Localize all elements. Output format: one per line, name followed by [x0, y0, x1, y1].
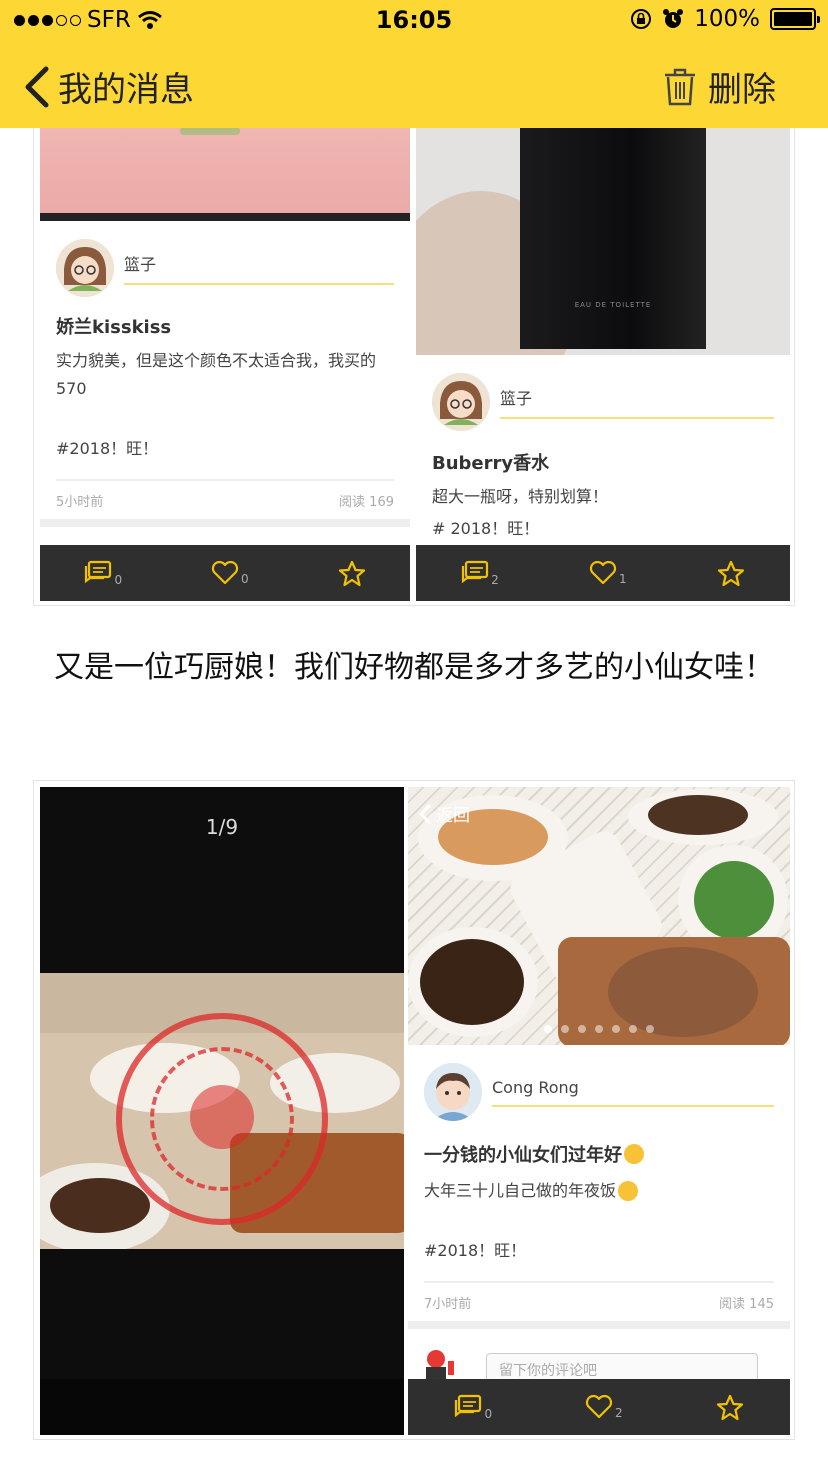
post-tag: # 2018！旺！ — [432, 519, 540, 538]
comment-button[interactable]: 0 — [84, 560, 122, 586]
author-row[interactable]: 篮子 — [56, 239, 394, 297]
like-button[interactable]: 0 — [211, 561, 249, 585]
post-meta: 5小时前 阅读 169 — [56, 479, 394, 510]
like-count: 1 — [618, 572, 627, 586]
star-icon — [717, 560, 744, 586]
delete-label: 删除 — [708, 70, 776, 110]
wink-emoji-icon — [618, 1181, 639, 1201]
read-count: 阅读 145 — [719, 1297, 774, 1312]
divider — [408, 1321, 790, 1329]
back-button[interactable]: 我的消息 — [22, 62, 194, 111]
post-title: 一分钱的小仙女们过年好 — [424, 1145, 622, 1166]
star-icon — [716, 1394, 743, 1420]
post-title: 娇兰kisskiss — [56, 317, 172, 338]
star-icon — [338, 560, 365, 586]
divider — [40, 519, 410, 527]
status-bar: SFR 16:05 100% — [0, 0, 828, 40]
like-button[interactable]: 1 — [589, 561, 627, 585]
alarm-icon — [663, 9, 684, 28]
back-overlay[interactable]: 返回 — [418, 801, 470, 826]
comment-icon — [455, 1394, 482, 1418]
delete-button[interactable]: 删除 — [662, 62, 776, 111]
trash-icon — [665, 68, 695, 105]
photo-counter: 1/9 — [205, 815, 239, 839]
post-body-row: 大年三十儿自己做的年夜饭 — [424, 1177, 774, 1205]
user-avatar-small — [420, 1347, 458, 1381]
photo-viewer-screenshot[interactable]: 1/9 — [40, 787, 404, 1435]
post-body: 实力貌美，但是这个颜色不太适合我，我买的570 — [56, 351, 377, 398]
author-row[interactable]: Cong Rong — [424, 1063, 774, 1121]
post-meta: 7小时前 阅读 145 — [424, 1281, 774, 1312]
post-title-row: 一分钱的小仙女们过年好 — [424, 1141, 644, 1167]
author-row[interactable]: 篮子 — [432, 373, 774, 431]
avatar[interactable] — [56, 239, 114, 297]
page-title: 我的消息 — [58, 70, 194, 110]
post-image-perfume: EAU DE TOILETTE — [416, 121, 790, 355]
comment-placeholder: 留下你的评论吧 — [499, 1363, 597, 1379]
like-count: 0 — [241, 572, 249, 586]
chevron-left-icon — [418, 803, 432, 824]
post-grid-1: 篮子 娇兰kisskiss 实力貌美，但是这个颜色不太适合我，我买的570 #2… — [33, 120, 795, 606]
top-bar: SFR 16:05 100% 我的消息 删除 — [0, 0, 828, 128]
nav-bar: 我的消息 删除 — [0, 40, 828, 128]
post-body: 超大一瓶呀，特别划算！ — [432, 487, 609, 506]
heart-icon — [585, 1395, 613, 1419]
avatar[interactable] — [432, 373, 490, 431]
like-count: 2 — [615, 1406, 623, 1420]
comment-composer: 留下你的评论吧 — [420, 1339, 780, 1383]
rotation-lock-icon — [631, 9, 652, 29]
post-time: 5小时前 — [56, 495, 104, 510]
post-tag: #2018！旺！ — [56, 439, 159, 458]
post-image-lipstick — [40, 121, 410, 221]
back-label: 返回 — [436, 806, 470, 826]
post-card-lipstick[interactable]: 篮子 娇兰kisskiss 实力貌美，但是这个颜色不太适合我，我买的570 #2… — [40, 121, 410, 605]
section-caption: 又是一位巧厨娘！我们好物都是多才多艺的小仙女哇！ — [54, 650, 774, 685]
post-body: 大年三十儿自己做的年夜饭 — [424, 1181, 617, 1200]
favorite-button[interactable] — [716, 1394, 744, 1421]
like-button[interactable]: 2 — [585, 1395, 623, 1419]
bottle-label: EAU DE TOILETTE — [574, 301, 652, 309]
comment-count: 2 — [491, 573, 499, 587]
comment-button[interactable]: 2 — [461, 560, 499, 586]
read-count: 阅读 169 — [339, 495, 394, 510]
post-title: Buberry香水 — [432, 453, 550, 474]
post-grid-2: 1/9 返回 Cong Rong 一分钱的小仙女们过年好 大年三十儿自己做的年夜… — [33, 780, 795, 1440]
post-card-perfume[interactable]: EAU DE TOILETTE 篮子 Buberry香水 超大一瓶呀，特别划算！… — [416, 121, 790, 605]
post-tag: #2018！旺！ — [424, 1241, 527, 1260]
card-actions: 0 2 — [408, 1379, 790, 1435]
comment-count: 0 — [114, 573, 123, 587]
comment-count: 0 — [484, 1407, 493, 1421]
photo-new-year-dinner — [40, 973, 404, 1249]
chevron-left-icon — [25, 66, 49, 107]
post-image-dinner: 返回 — [408, 787, 790, 1045]
battery-percent: 100% — [694, 6, 760, 32]
status-right: 100% — [630, 6, 820, 32]
comment-button[interactable]: 0 — [454, 1394, 492, 1420]
comment-icon — [462, 560, 489, 584]
kiss-emoji-icon — [624, 1144, 644, 1164]
favorite-button[interactable] — [338, 560, 366, 587]
author-name: 篮子 — [500, 385, 774, 419]
post-card-dinner[interactable]: 返回 Cong Rong 一分钱的小仙女们过年好 大年三十儿自己做的年夜饭 #2… — [408, 787, 790, 1435]
author-name: Cong Rong — [492, 1078, 774, 1107]
post-time: 7小时前 — [424, 1297, 472, 1312]
favorite-button[interactable] — [717, 560, 745, 587]
heart-icon — [589, 561, 617, 585]
avatar[interactable] — [424, 1063, 482, 1121]
battery-icon — [770, 8, 820, 30]
card-actions: 0 0 — [40, 545, 410, 601]
dimmed-action-bar — [40, 1379, 404, 1435]
author-name: 篮子 — [124, 251, 394, 285]
heart-icon — [211, 561, 239, 585]
card-actions: 2 1 — [416, 545, 790, 601]
carousel-dots — [408, 1025, 790, 1033]
comment-icon — [85, 560, 112, 584]
